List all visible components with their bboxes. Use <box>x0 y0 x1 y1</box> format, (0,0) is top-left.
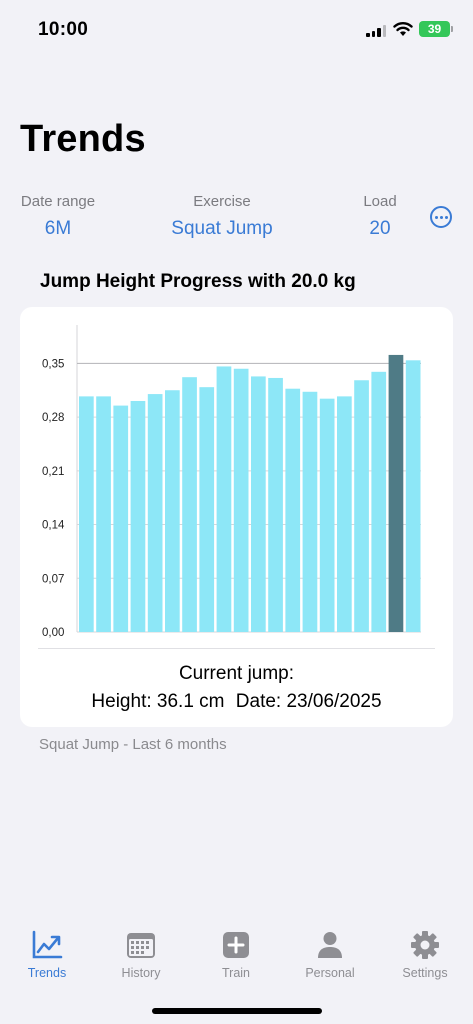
exercise-label: Exercise <box>193 193 251 210</box>
date-range-label: Date range <box>20 193 96 210</box>
bar <box>147 394 163 632</box>
more-options-button[interactable] <box>430 206 452 228</box>
battery-level: 39 <box>427 22 442 36</box>
person-icon <box>318 932 342 958</box>
ellipsis-icon <box>434 215 438 219</box>
current-jump-details: Height: 36.1 cm Date: 23/06/2025 <box>20 691 453 713</box>
bar <box>182 377 197 632</box>
bar <box>285 388 301 632</box>
gear-icon <box>411 931 439 959</box>
cellular-signal-icon <box>366 25 386 37</box>
exercise-value[interactable]: Squat Jump <box>152 218 292 240</box>
bar <box>165 390 180 632</box>
bar <box>251 376 266 632</box>
tab-label: History <box>121 966 161 980</box>
tab-trends[interactable]: Trends <box>7 930 87 980</box>
current-jump-title: Current jump: <box>178 663 295 684</box>
jump-height-bar-chart[interactable]: 0,00 0,07 0,14 0,21 0,28 0,35 <box>20 307 453 647</box>
status-bar: 10:00 39 <box>0 0 473 56</box>
bar <box>319 398 335 632</box>
status-time: 10:00 <box>38 19 89 40</box>
date-range-filter[interactable]: Date range 6M <box>18 193 98 240</box>
wifi-icon <box>393 22 413 36</box>
bar <box>113 405 129 632</box>
tab-train[interactable]: Train <box>196 930 276 980</box>
exercise-filter[interactable]: Exercise Squat Jump <box>152 193 292 240</box>
bar <box>199 387 215 632</box>
y-tick-label: 0,14 <box>42 520 65 532</box>
bar <box>79 396 94 632</box>
plus-square-icon <box>223 932 249 958</box>
bar <box>337 396 352 632</box>
tab-history[interactable]: History <box>101 930 181 980</box>
y-tick-label: 0,28 <box>42 412 64 424</box>
bar <box>371 371 387 632</box>
bar <box>96 396 111 632</box>
current-jump-date: Date: 23/06/2025 <box>235 691 382 712</box>
load-label: Load <box>363 193 397 210</box>
y-tick-label: 0,00 <box>42 627 64 639</box>
home-indicator <box>152 1008 322 1014</box>
tab-settings[interactable]: Settings <box>385 930 465 980</box>
date-range-value[interactable]: 6M <box>18 218 98 240</box>
bar <box>216 366 232 632</box>
bar <box>354 380 369 632</box>
selected-bar <box>388 354 404 632</box>
tab-personal[interactable]: Personal <box>290 930 370 980</box>
y-tick-label: 0,35 <box>42 358 64 370</box>
card-divider <box>38 648 435 649</box>
tab-label: Personal <box>305 966 355 980</box>
bar <box>130 400 146 632</box>
y-tick-label: 0,07 <box>42 573 64 585</box>
tab-label: Settings <box>402 966 448 980</box>
page-title: Trends <box>20 118 146 160</box>
chart-card: 0,00 0,07 0,14 0,21 0,28 0,35 Current jump: H… <box>20 307 453 727</box>
calendar-icon <box>127 933 155 958</box>
y-tick-label: 0,21 <box>42 466 64 478</box>
chart-title: Jump Height Progress with 20.0 kg <box>40 271 356 292</box>
current-jump-height: Height: 36.1 cm <box>91 691 225 712</box>
bar <box>233 368 249 632</box>
chart-caption: Squat Jump - Last 6 months <box>39 736 227 753</box>
tab-label: Trends <box>27 966 67 980</box>
trends-chart-icon <box>32 930 63 959</box>
load-filter[interactable]: Load 20 <box>350 193 410 240</box>
battery-icon: 39 <box>419 21 453 37</box>
bar <box>268 377 283 632</box>
tab-label: Train <box>221 966 250 980</box>
bar <box>405 360 421 632</box>
bar <box>302 391 318 632</box>
load-value[interactable]: 20 <box>350 218 410 240</box>
